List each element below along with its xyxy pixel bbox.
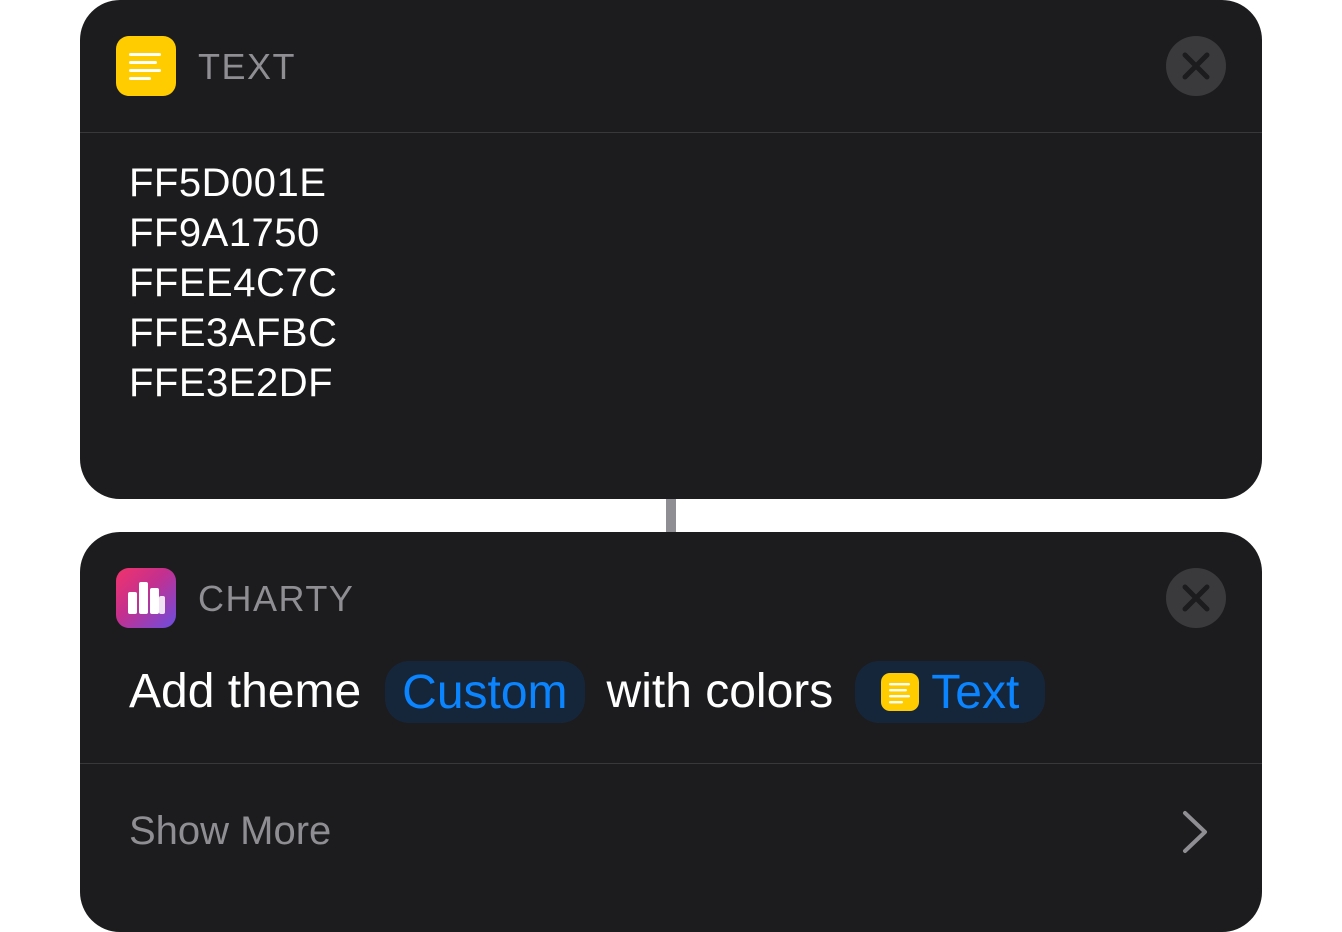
theme-parameter-token[interactable]: Custom [385, 661, 585, 723]
text-content-field[interactable]: FF5D001E FF9A1750 FFEE4C7C FFE3AFBC FFE3… [129, 158, 1222, 408]
divider [80, 132, 1262, 133]
text-line: FF5D001E [129, 161, 327, 205]
text-action-title: TEXT [198, 46, 297, 87]
theme-parameter-label: Custom [402, 665, 568, 719]
charty-action-header: CHARTY [80, 532, 1262, 664]
charty-action-card: CHARTY Add theme Custom with colors Text [80, 532, 1262, 932]
text-action-card: TEXT FF5D001E FF9A1750 FFEE4C7C FFE3AFBC… [80, 0, 1262, 499]
text-line: FFE3AFBC [129, 311, 338, 355]
charty-action-title: CHARTY [198, 578, 355, 619]
chevron-right-icon [1180, 808, 1210, 861]
text-line: FF9A1750 [129, 211, 320, 255]
charty-action-close-button[interactable] [1166, 568, 1226, 628]
action-connector [666, 499, 676, 532]
text-action-close-button[interactable] [1166, 36, 1226, 96]
text-action-header: TEXT [80, 0, 1262, 132]
colors-variable-token[interactable]: Text [855, 661, 1046, 723]
close-icon [1182, 584, 1210, 612]
colors-variable-label: Text [931, 665, 1020, 719]
show-more-label: Show More [129, 809, 332, 853]
text-line: FFEE4C7C [129, 261, 338, 305]
close-icon [1182, 52, 1210, 80]
charty-action-sentence: Add theme Custom with colors Text [129, 659, 1046, 725]
text-line: FFE3E2DF [129, 361, 334, 405]
action-phrase-with-colors: with colors [606, 665, 834, 718]
action-phrase-add-theme: Add theme [129, 665, 362, 718]
bar-chart-icon [116, 568, 176, 628]
text-align-left-icon [116, 36, 176, 96]
text-align-left-icon [881, 673, 920, 711]
